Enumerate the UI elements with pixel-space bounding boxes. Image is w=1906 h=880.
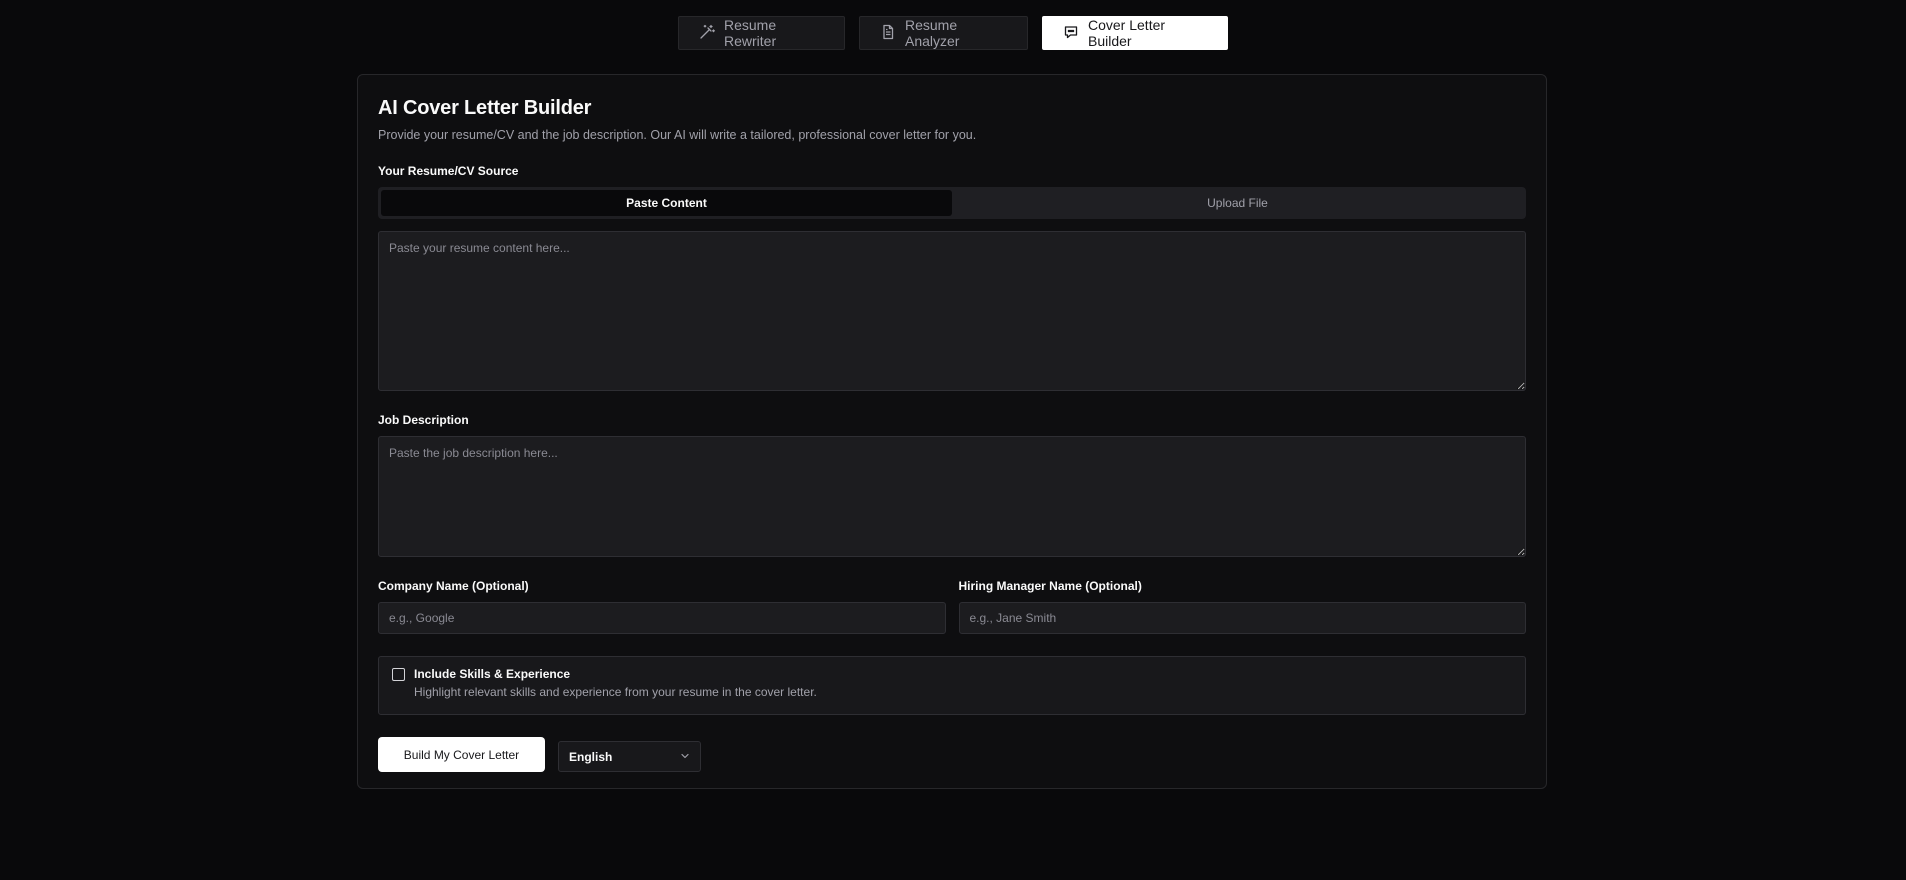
tab-label: Cover Letter Builder [1088, 17, 1166, 49]
chevron-down-icon [680, 750, 690, 764]
hiring-manager-field-group: Hiring Manager Name (Optional) [958, 579, 1526, 634]
skills-option-box: Include Skills & Experience Highlight re… [378, 656, 1526, 715]
resume-source-toggle: Paste Content Upload File [378, 187, 1526, 219]
page-title: AI Cover Letter Builder [378, 97, 592, 119]
tab-label: Resume Rewriter [724, 17, 777, 49]
include-skills-description: Highlight relevant skills and experience… [414, 685, 817, 699]
upload-file-tab[interactable]: Upload File [952, 190, 1523, 216]
chat-bubble-icon [1063, 24, 1079, 43]
tab-label: Resume Analyzer [905, 17, 960, 49]
company-label: Company Name (Optional) [378, 579, 529, 593]
magic-wand-icon [699, 24, 715, 43]
paste-content-tab[interactable]: Paste Content [381, 190, 952, 216]
page-subtitle: Provide your resume/CV and the job descr… [378, 128, 977, 142]
language-select[interactable]: English [558, 741, 701, 772]
resume-content-textarea[interactable] [378, 231, 1526, 391]
action-row: Build My Cover Letter English [378, 737, 1526, 772]
cover-letter-card: AI Cover Letter Builder Provide your res… [357, 74, 1547, 789]
resume-source-label: Your Resume/CV Source [378, 164, 519, 178]
hiring-manager-input[interactable] [958, 602, 1526, 634]
optional-fields-row: Company Name (Optional) Hiring Manager N… [378, 579, 1526, 634]
company-field-group: Company Name (Optional) [378, 579, 946, 634]
tab-resume-rewriter[interactable]: Resume Rewriter [678, 16, 845, 50]
company-name-input[interactable] [378, 602, 946, 634]
include-skills-title: Include Skills & Experience [414, 667, 571, 681]
include-skills-checkbox[interactable] [392, 668, 405, 681]
tab-resume-analyzer[interactable]: Resume Analyzer [859, 16, 1028, 50]
job-description-label: Job Description [378, 413, 469, 427]
job-description-textarea[interactable] [378, 436, 1526, 557]
hiring-manager-label: Hiring Manager Name (Optional) [958, 579, 1142, 593]
document-icon [880, 24, 896, 43]
language-value: English [569, 749, 613, 764]
tab-cover-letter-builder[interactable]: Cover Letter Builder [1042, 16, 1228, 50]
build-cover-letter-button[interactable]: Build My Cover Letter [378, 737, 545, 772]
top-tab-bar: Resume Rewriter Resume Analyzer Cover Le… [0, 16, 1906, 50]
